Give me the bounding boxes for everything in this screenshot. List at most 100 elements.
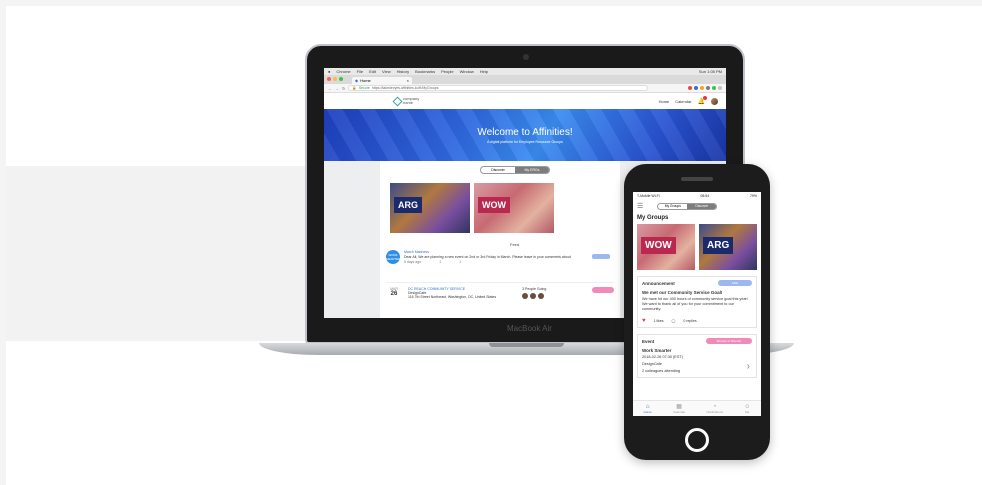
url-text: https://takedevyes.affinities.io/#!/MyGr… [371,86,439,90]
group-tile-wow[interactable]: WOW [637,224,695,270]
toggle-discover[interactable]: Discover [687,203,717,209]
browser-tabbar: ◆ Home × [324,75,726,84]
browser-toolbar: ← → ↻ 🔒 Secure https://takedevyes.affini… [324,84,726,93]
forward-icon[interactable]: → [335,86,339,91]
menu-icon[interactable]: ☰ [637,202,643,210]
extension-icons [688,86,722,90]
extension-icon[interactable] [706,86,710,90]
hero-subtitle: A digital platform for Employee Resource… [487,139,563,144]
menu-history[interactable]: History [397,69,409,74]
group-tile-arg[interactable]: ARG [699,224,757,270]
event-row[interactable]: MAR 26 DC REACH COMMUNITY SERVICE Design… [386,282,614,312]
address-bar[interactable]: 🔒 Secure https://takedevyes.affinities.i… [348,85,649,91]
post-group-logo: WORK SMARTER [386,250,400,264]
tab-home[interactable]: ⌂ Home [644,404,652,414]
menu-chrome[interactable]: Chrome [336,69,350,74]
avatar[interactable] [711,97,718,105]
back-icon[interactable]: ← [328,86,332,91]
home-button[interactable] [685,428,709,452]
event-attendees: 3 People Going [522,287,546,312]
toggle-my-ergs[interactable]: My ERGs [515,167,549,173]
tab-me[interactable]: ☺ Me [744,404,750,414]
menu-view[interactable]: View [382,69,391,74]
logo-mark-icon [392,96,403,106]
groups-toggle: Discover My ERGs [480,166,550,174]
laptop-notch [489,343,564,347]
nav-home-link[interactable]: Home [659,99,670,104]
post-comments[interactable]: 1 [459,260,461,265]
group-pill: ARG [718,280,752,286]
menu-edit[interactable]: Edit [369,69,376,74]
event-card[interactable]: Event Women of Wonder Work Smarter 2018-… [637,334,757,378]
mac-menubar: ● Chrome File Edit View History Bookmark… [324,68,726,75]
event-datetime: 2018-02-26 07:30 (EST) [642,355,683,359]
battery-label: 79% [749,194,757,198]
feed-post[interactable]: WORK SMARTER March Madness Dear All, We … [386,250,614,272]
attendees-count: 3 People Going [522,287,547,291]
avatar [522,293,529,299]
close-window-icon[interactable] [327,77,331,81]
tab-label: Me [745,409,750,414]
avatar [538,293,545,299]
comment-icon[interactable]: ◯ [671,319,675,323]
menu-file[interactable]: File [357,69,363,74]
phone-groups-toggle: My Groups Discover [657,202,718,210]
phone-status-bar: T-Mobile Wi-Fi 08:54 79% [633,192,761,200]
minimize-window-icon[interactable] [333,77,337,81]
calendar-icon: ▦ [676,404,682,410]
laptop-brand: MacBook Air [507,324,552,333]
tab-notifications[interactable]: ◔ Notifications [707,404,723,414]
event-day: 26 [390,291,398,297]
nav-calendar-link[interactable]: Calendar [675,99,691,104]
browser-tab-home[interactable]: ◆ Home × [352,77,412,84]
reload-icon[interactable]: ↻ [342,86,345,91]
heart-icon[interactable]: ♥ [642,318,646,324]
site-nav-links: Home Calendar 🔔 [659,95,718,105]
announcement-reactions: ♥ 1 likes ◯ 0 replies [642,318,752,324]
toggle-my-groups[interactable]: My Groups [658,204,687,209]
toggle-discover[interactable]: Discover [481,167,515,173]
post-meta: 5 days ago 1 1 [404,260,571,265]
menu-help[interactable]: Help [480,69,488,74]
window-controls [327,77,343,81]
post-likes[interactable]: 1 [439,260,441,265]
group-tile-label: ARG [394,197,422,213]
status-time: 08:54 [700,194,710,198]
menu-people[interactable]: People [441,69,453,74]
extension-icon[interactable] [712,86,716,90]
card-label: Event [642,338,655,344]
announcement-card[interactable]: Announcement ARG We met our Community Se… [637,276,757,328]
group-tile-wow[interactable]: WOW [474,183,554,233]
extension-icon[interactable] [688,86,692,90]
replies-count: 0 replies [683,319,697,323]
logo-text-line2: name [403,100,414,105]
phone-toolbar: ☰ My Groups Discover [633,200,761,212]
phone-group-tiles: WOW ARG [633,224,761,270]
extension-icon[interactable] [700,86,704,90]
bell-icon[interactable]: 🔔 [698,95,707,105]
tab-close-icon[interactable]: × [407,78,409,83]
post-action-button[interactable] [592,254,610,259]
extension-icon[interactable] [694,86,698,90]
menu-window[interactable]: Window [460,69,474,74]
tab-calendar[interactable]: ▦ Calendar [673,403,685,414]
extension-icon[interactable] [718,86,722,90]
announcement-text: We have hit our 400 hours of community s… [642,297,748,311]
tab-label: Home [643,409,652,414]
group-tile-label: WOW [478,197,510,213]
section-title: My Groups [637,215,669,221]
event-attending: 2 colleagues attending [642,369,680,373]
group-pill: Women of Wonder [706,338,752,344]
apple-icon[interactable]: ● [328,69,330,74]
menu-bookmarks[interactable]: Bookmarks [415,69,435,74]
hero-title: Welcome to Affinities! [477,126,573,138]
company-logo[interactable]: company name [392,96,419,106]
secure-label: Secure [358,86,370,90]
chevron-right-icon[interactable]: › [747,361,750,372]
tab-label: Home [360,78,371,83]
site-header: company name Home Calendar 🔔 [324,93,726,109]
phone-screen: T-Mobile Wi-Fi 08:54 79% ☰ My Groups Dis… [633,192,761,416]
group-tile-arg[interactable]: ARG [390,183,470,233]
main-content: Discover My ERGs ARG WOW Feed WORK SMART… [380,161,620,318]
maximize-window-icon[interactable] [339,77,343,81]
